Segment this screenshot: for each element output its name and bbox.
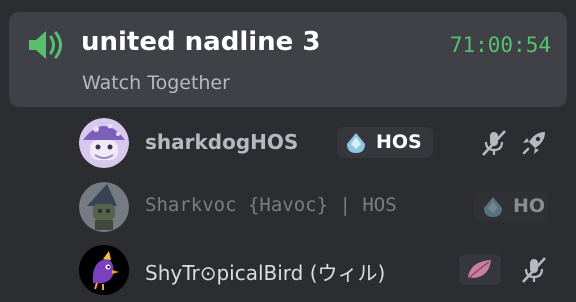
diamond-drop-icon [484, 197, 502, 217]
server-tag[interactable] [459, 254, 501, 285]
speaker-icon [29, 31, 62, 59]
server-tag-label: HOS [376, 131, 422, 153]
diamond-drop-icon [347, 133, 365, 153]
muted-mic-icon[interactable] [479, 128, 509, 158]
voice-member-sharkvoc[interactable]: Sharkvoc {Havoc} | HOS HO [79, 182, 559, 232]
voice-channel[interactable]: united nadline 3 71:00:54 Watch Together [9, 12, 567, 107]
member-name: ShyTr⊙picalBird (ウィル) [145, 261, 386, 285]
server-tag-label: HO [513, 195, 546, 217]
leaf-icon [468, 260, 491, 279]
call-timer: 71:00:54 [449, 33, 551, 57]
avatar [79, 182, 129, 232]
server-tag[interactable]: HO [474, 191, 548, 222]
avatar [79, 245, 129, 295]
voice-member-sharkdog[interactable]: sharkdogHOS HOS [79, 118, 559, 168]
muted-mic-icon[interactable] [519, 255, 549, 285]
voice-member-shytropicalbird[interactable]: ShyTr⊙picalBird (ウィル) [79, 245, 559, 295]
avatar [79, 118, 129, 168]
rocket-icon [522, 132, 545, 155]
member-name: sharkdogHOS [145, 130, 299, 154]
channel-activity: Watch Together [82, 72, 230, 94]
channel-name: united nadline 3 [81, 27, 321, 57]
server-tag[interactable]: HOS [337, 127, 433, 158]
member-name: Sharkvoc {Havoc} | HOS [145, 194, 397, 216]
